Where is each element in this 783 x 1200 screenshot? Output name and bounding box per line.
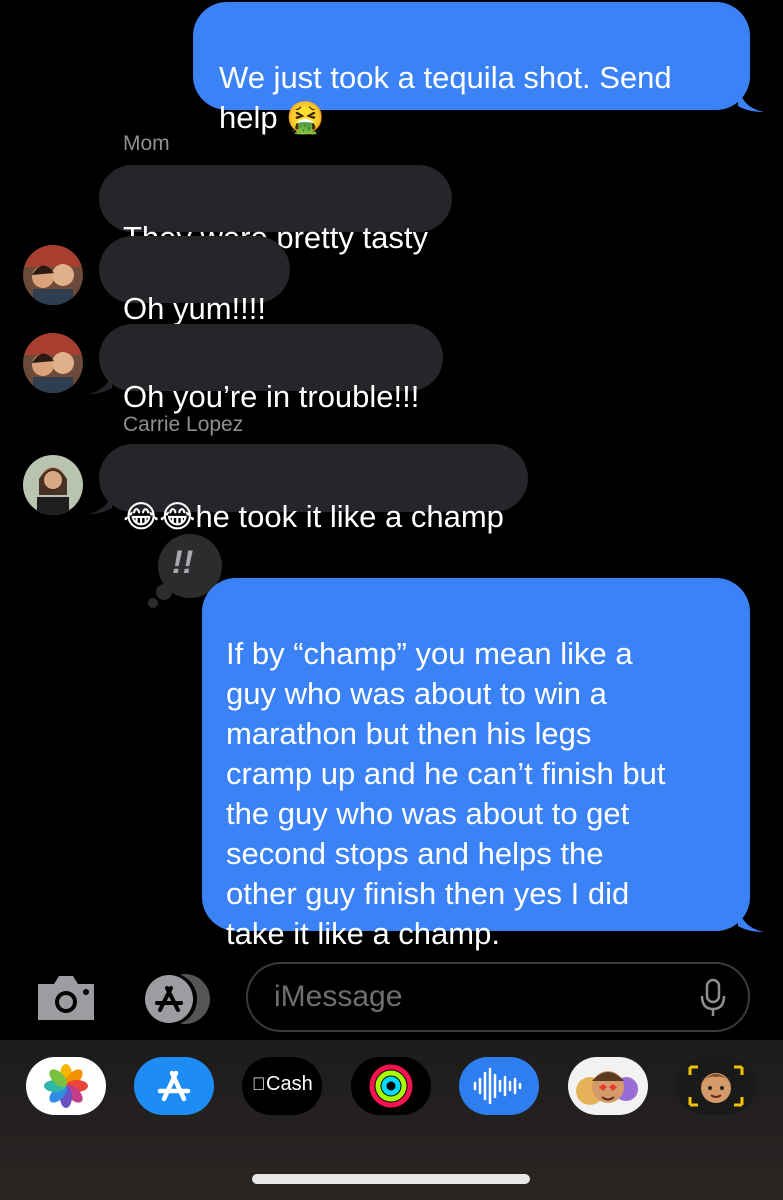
message-input[interactable]: iMessage — [246, 962, 750, 1032]
bubble-tail — [88, 492, 112, 514]
audio-message-app-button[interactable] — [459, 1057, 539, 1115]
microphone-icon[interactable] — [698, 978, 728, 1018]
camera-icon — [38, 976, 94, 1020]
bubble-tail — [738, 86, 764, 112]
cash-label: Cash — [266, 1073, 313, 1095]
bubble-tail — [738, 906, 764, 932]
avatar[interactable] — [23, 455, 83, 515]
waveform-icon — [473, 1067, 522, 1105]
home-indicator[interactable] — [252, 1174, 530, 1184]
message-text: We just took a tequila shot. Send help 🤮 — [219, 60, 672, 135]
message-text: Oh you’re in trouble!!! — [123, 379, 420, 414]
received-message[interactable]: Oh yum!!!! — [99, 236, 290, 326]
app-store-icon — [145, 973, 210, 1025]
memoji-app-button[interactable] — [676, 1057, 756, 1115]
exclamation-icon: !! — [172, 544, 194, 580]
sender-name: Mom — [123, 132, 170, 155]
photos-app-button[interactable] — [26, 1057, 106, 1115]
app-store-icon — [157, 1070, 191, 1102]
message-text: If by “champ” you mean like a guy who wa… — [226, 636, 666, 951]
sender-name: Carrie Lopez — [123, 413, 244, 436]
memoji-stickers-app-button[interactable] — [568, 1057, 648, 1115]
apple-logo-icon:  — [252, 1074, 266, 1095]
memoji-stickers-icon — [576, 1071, 638, 1105]
activity-app-button[interactable] — [351, 1057, 431, 1115]
bubble-tail — [88, 372, 112, 394]
avatar[interactable] — [23, 333, 83, 393]
message-placeholder: iMessage — [274, 980, 403, 1013]
sent-message[interactable]: If by “champ” you mean like a guy who wa… — [202, 578, 750, 951]
app-store-app-button[interactable] — [134, 1057, 214, 1115]
memoji-icon — [688, 1065, 744, 1107]
camera-button[interactable] — [34, 972, 98, 1024]
photos-icon — [44, 1064, 88, 1108]
message-text: Oh yum!!!! — [123, 291, 266, 326]
apps-button[interactable] — [138, 972, 214, 1026]
avatar[interactable] — [23, 245, 83, 305]
received-message[interactable]: Oh you’re in trouble!!! — [99, 324, 444, 414]
received-message[interactable]: 😂😂he took it like a champ — [99, 444, 528, 534]
received-message[interactable]: They were pretty tasty — [99, 165, 452, 255]
sent-message[interactable]: We just took a tequila shot. Send help 🤮 — [193, 2, 750, 135]
activity-rings-icon — [369, 1064, 413, 1108]
message-text: 😂😂he took it like a champ — [123, 499, 504, 534]
apple-cash-app-button[interactable]:  Cash — [242, 1057, 322, 1115]
